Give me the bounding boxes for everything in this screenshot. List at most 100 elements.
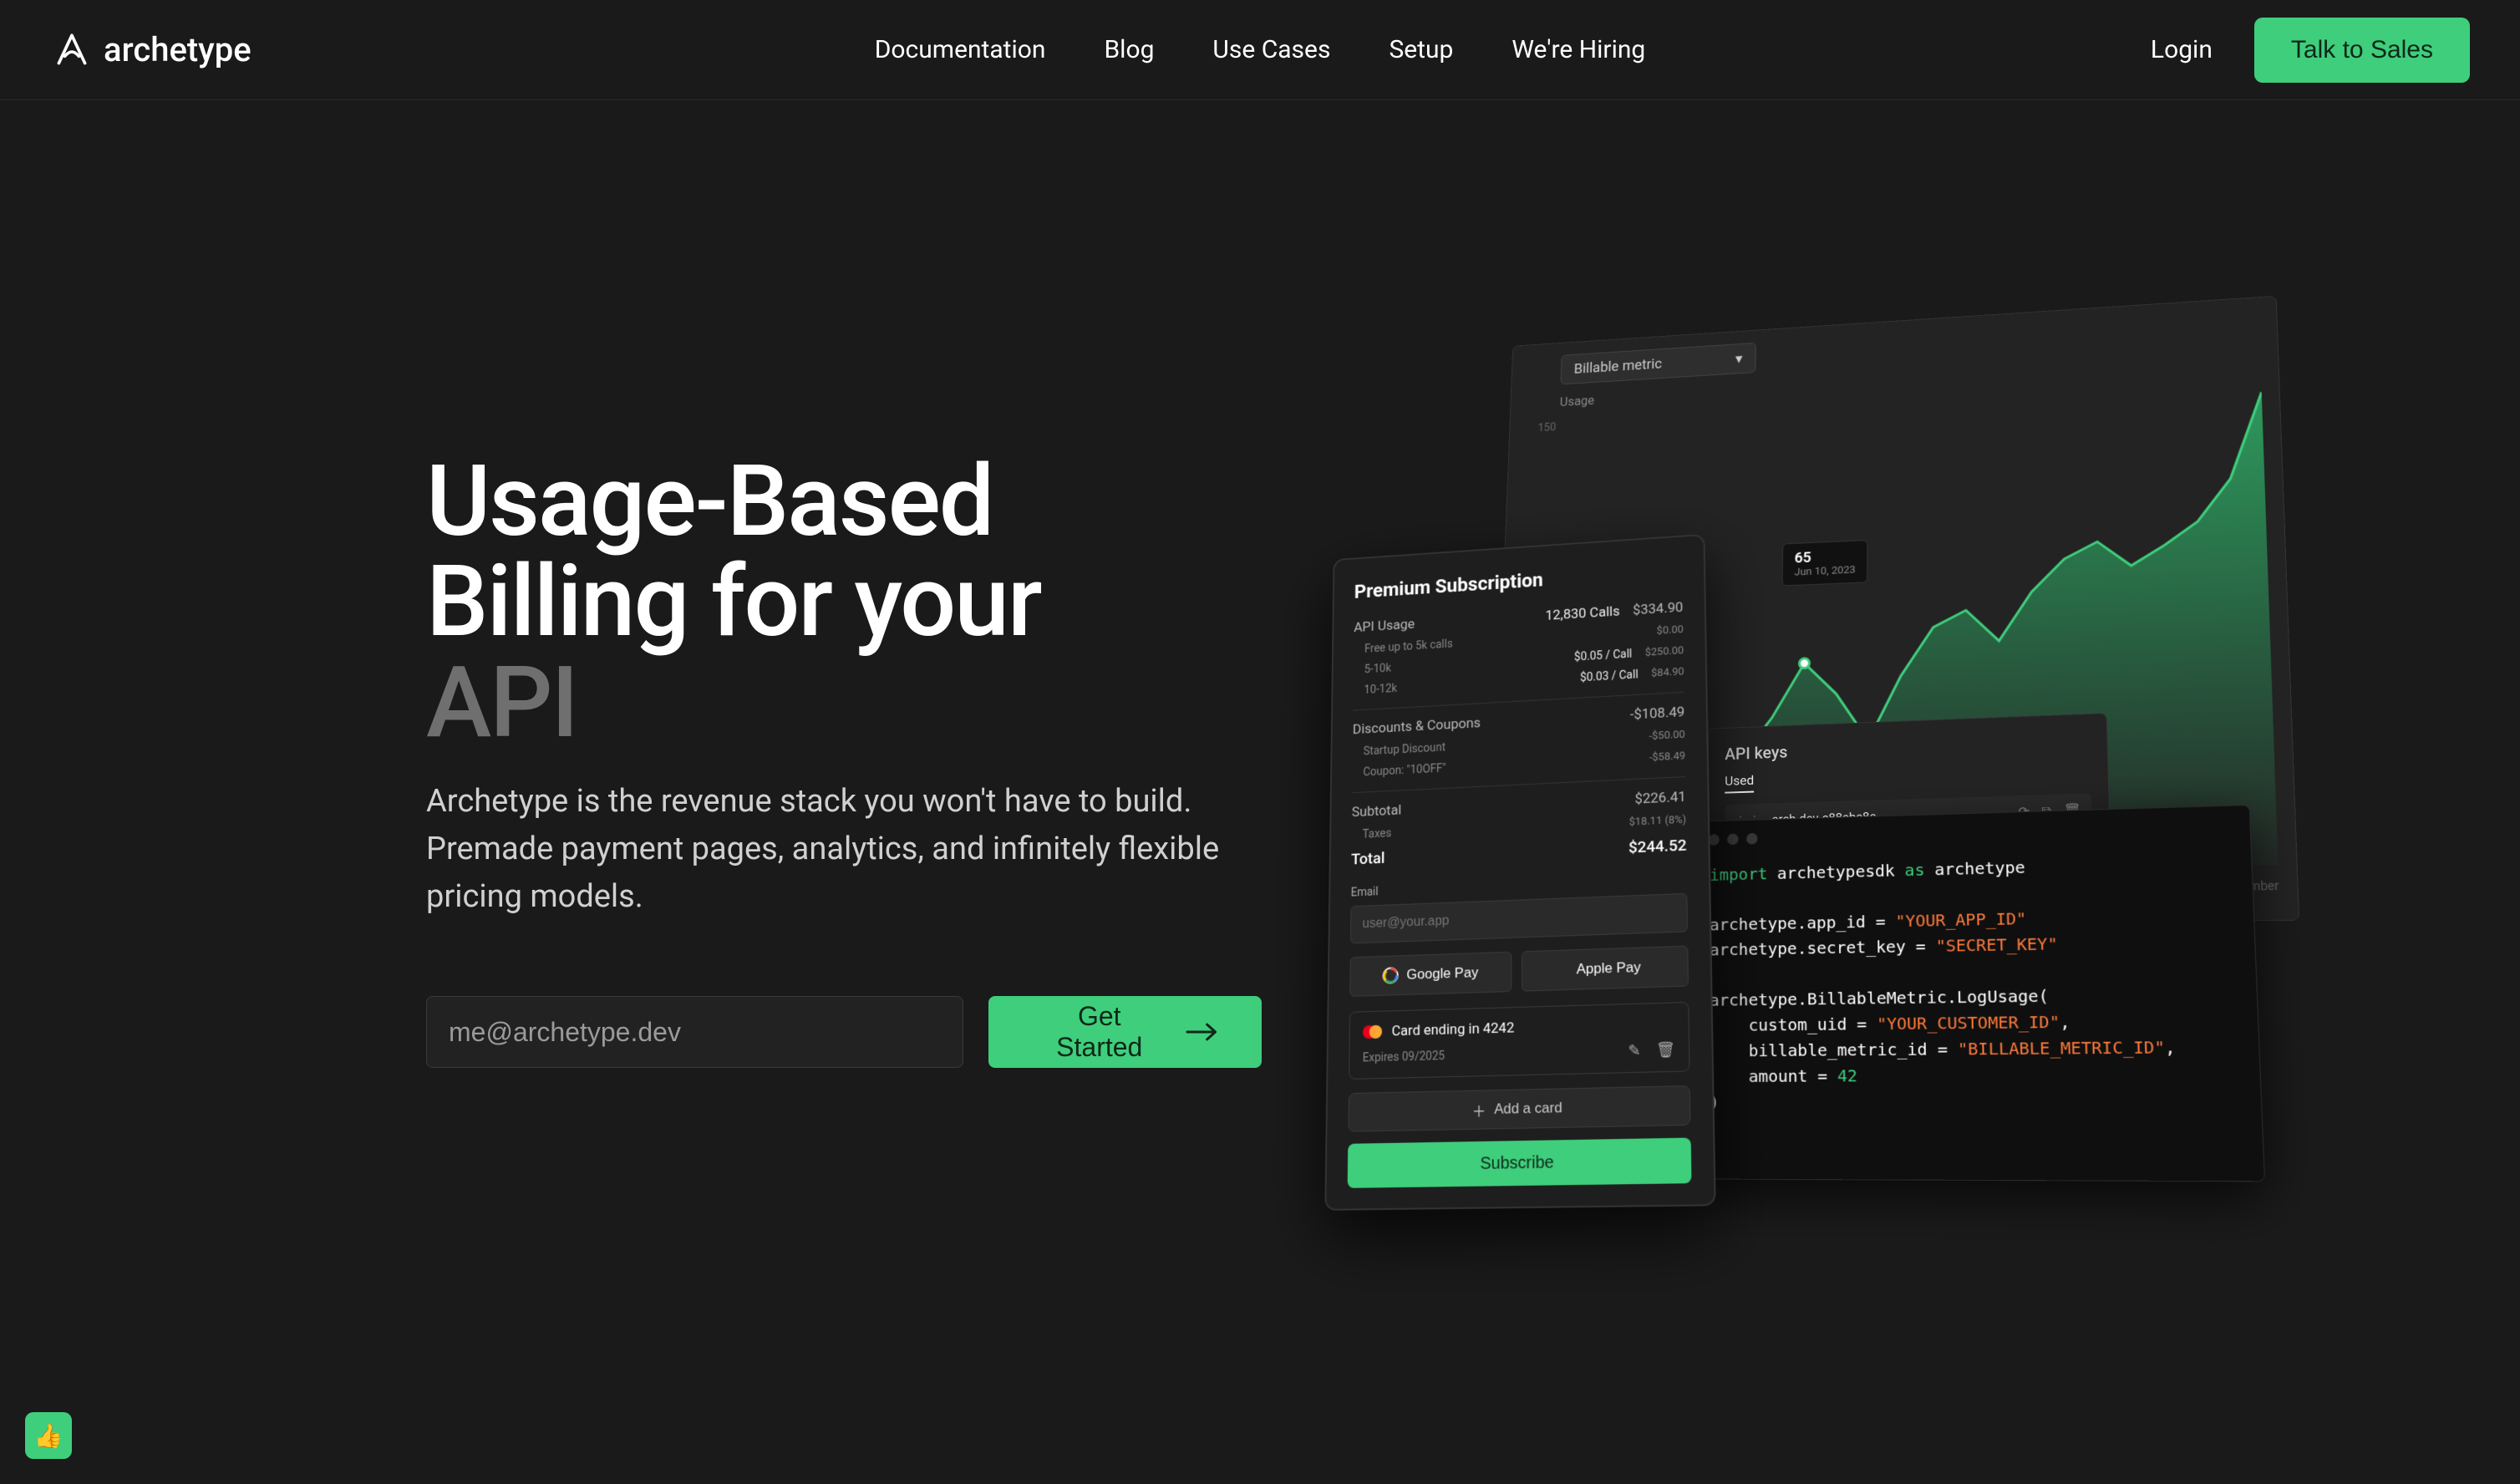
amount: $244.52: [1628, 836, 1687, 857]
saved-card[interactable]: Card ending in 4242 Expires 09/2025 ✎ 🗑: [1349, 1002, 1689, 1080]
label: 5-10k: [1364, 662, 1391, 676]
amount: $334.90: [1633, 599, 1683, 618]
talk-to-sales-button[interactable]: Talk to Sales: [2254, 18, 2470, 83]
label: Coupon: "10OFF": [1363, 762, 1445, 779]
chevron-down-icon: ▾: [1735, 351, 1743, 367]
nav-documentation[interactable]: Documentation: [875, 35, 1046, 64]
trash-icon[interactable]: 🗑: [1656, 1041, 1675, 1060]
code-token: .BillableMetric.LogUsage(: [1797, 986, 2049, 1009]
mastercard-icon: [1363, 1024, 1384, 1040]
wallet-buttons: Google Pay Apple Pay: [1349, 946, 1689, 997]
amount: $0.00: [1657, 623, 1684, 638]
cta-row: Get Started: [426, 996, 1262, 1068]
amount: -$58.49: [1649, 750, 1685, 765]
subscription-title: Premium Subscription: [1354, 559, 1683, 602]
feedback-widget[interactable]: 👍: [25, 1412, 72, 1459]
code-token: archetype: [1934, 857, 2025, 879]
code-token: billable_metric_id =: [1710, 1039, 1958, 1060]
code-sample-panel: import archetypesdk as archetype archety…: [1693, 805, 2266, 1182]
hero-title-api: API: [426, 645, 577, 760]
nav-setup[interactable]: Setup: [1389, 35, 1453, 64]
code-token: archetype: [1710, 913, 1796, 934]
code-token: archetypesdk: [1777, 861, 1895, 883]
hero-copy: Usage-Based Billing for your API Archety…: [426, 451, 1262, 1068]
code-token: archetype: [1710, 938, 1797, 959]
chart-caption: Usage: [1560, 393, 1595, 409]
apple-pay-label: Apple Pay: [1577, 959, 1641, 978]
code-token: ,: [2165, 1037, 2176, 1058]
subscription-panel: Premium Subscription API Usage 12,830 Ca…: [1324, 534, 1715, 1211]
nav-hiring[interactable]: We're Hiring: [1511, 35, 1645, 64]
metric-select-label: Billable metric: [1573, 356, 1662, 377]
code-token: archetype: [1710, 989, 1797, 1010]
traffic-yellow-icon: [1727, 834, 1738, 846]
label: 10-12k: [1364, 682, 1397, 696]
code-token: "YOUR_CUSTOMER_ID": [1877, 1012, 2060, 1034]
api-keys-title: API keys: [1725, 731, 2090, 764]
label: Startup Discount: [1364, 741, 1446, 758]
metric-select[interactable]: Billable metric ▾: [1561, 343, 1756, 384]
code-token: "SECRET_KEY": [1936, 933, 2058, 955]
hero-title-line1: Usage-Based: [426, 444, 993, 559]
add-card-button[interactable]: ＋ Add a card: [1348, 1085, 1690, 1132]
arrow-right-icon: [1186, 1021, 1218, 1043]
code-token: .secret_key =: [1797, 936, 1936, 958]
rate: $0.05 / Call: [1574, 648, 1632, 663]
card-ending-text: Card ending in 4242: [1391, 1019, 1514, 1039]
nav-blog[interactable]: Blog: [1104, 35, 1154, 64]
subscribe-button[interactable]: Subscribe: [1348, 1138, 1692, 1188]
code-body: import archetypesdk as archetype archety…: [1694, 844, 2263, 1132]
edit-icon[interactable]: ✎: [1628, 1042, 1640, 1060]
card-expiry: Expires 09/2025: [1363, 1049, 1445, 1065]
header-actions: Login Talk to Sales: [2151, 18, 2470, 83]
traffic-green-icon: [1746, 833, 1757, 845]
subscriber-email-input[interactable]: [1350, 893, 1688, 944]
product-illustration-cluster: Billable metric ▾ Usage 150 100 50 0: [1320, 301, 2323, 1454]
chart-tooltip: 65 Jun 10, 2023: [1782, 540, 1868, 587]
code-token: as: [1904, 860, 1924, 880]
label: Discounts & Coupons: [1353, 715, 1481, 738]
line-total: Total $244.52: [1351, 836, 1687, 869]
brand-logo[interactable]: archetype: [50, 28, 251, 72]
hero-title: Usage-Based Billing for your API: [426, 451, 1262, 753]
value: 12,830 Calls: [1545, 603, 1619, 624]
label: API Usage: [1354, 617, 1415, 636]
api-keys-tabs: Used: [1725, 760, 2091, 793]
code-token: amount =: [1710, 1065, 1837, 1086]
add-card-label: Add a card: [1494, 1100, 1562, 1118]
get-started-label: Get Started: [1032, 1001, 1167, 1063]
google-icon: [1383, 967, 1399, 984]
hero-section: Usage-Based Billing for your API Archety…: [0, 100, 2520, 1068]
hero-email-input[interactable]: [426, 996, 963, 1068]
tooltip-date: Jun 10, 2023: [1794, 564, 1855, 578]
amount: $226.41: [1634, 789, 1685, 808]
label: Taxes: [1363, 827, 1392, 841]
tab-used[interactable]: Used: [1725, 772, 1754, 793]
google-pay-label: Google Pay: [1406, 964, 1478, 983]
amount: -$108.49: [1630, 704, 1685, 723]
apple-pay-button[interactable]: Apple Pay: [1522, 946, 1689, 992]
amount: $18.11 (8%): [1629, 814, 1687, 830]
google-pay-button[interactable]: Google Pay: [1349, 952, 1511, 997]
plus-icon: ＋: [1472, 1099, 1486, 1121]
archetype-mark-icon: [50, 28, 94, 72]
rate: $0.03 / Call: [1580, 668, 1639, 684]
code-token: "YOUR_APP_ID": [1895, 908, 2026, 931]
code-token: .app_id =: [1796, 912, 1895, 933]
code-token: ,: [2060, 1012, 2070, 1032]
code-token: import: [1710, 864, 1767, 885]
nav-usecases[interactable]: Use Cases: [1212, 35, 1330, 64]
get-started-button[interactable]: Get Started: [988, 996, 1262, 1068]
code-token: "BILLABLE_METRIC_ID": [1958, 1037, 2166, 1059]
login-link[interactable]: Login: [2151, 35, 2213, 64]
code-token: custom_uid =: [1710, 1014, 1877, 1035]
thumbs-up-icon: 👍: [34, 1422, 64, 1450]
brand-name: archetype: [104, 30, 251, 69]
ytick: 150: [1537, 421, 1556, 435]
hero-title-line2: Billing for your: [426, 544, 1041, 659]
amount: $84.90: [1651, 666, 1684, 681]
label: Total: [1351, 848, 1384, 868]
hero-subtitle: Archetype is the revenue stack you won't…: [426, 778, 1228, 921]
label: Free up to 5k calls: [1364, 638, 1453, 656]
primary-nav: Documentation Blog Use Cases Setup We're…: [875, 35, 1646, 64]
